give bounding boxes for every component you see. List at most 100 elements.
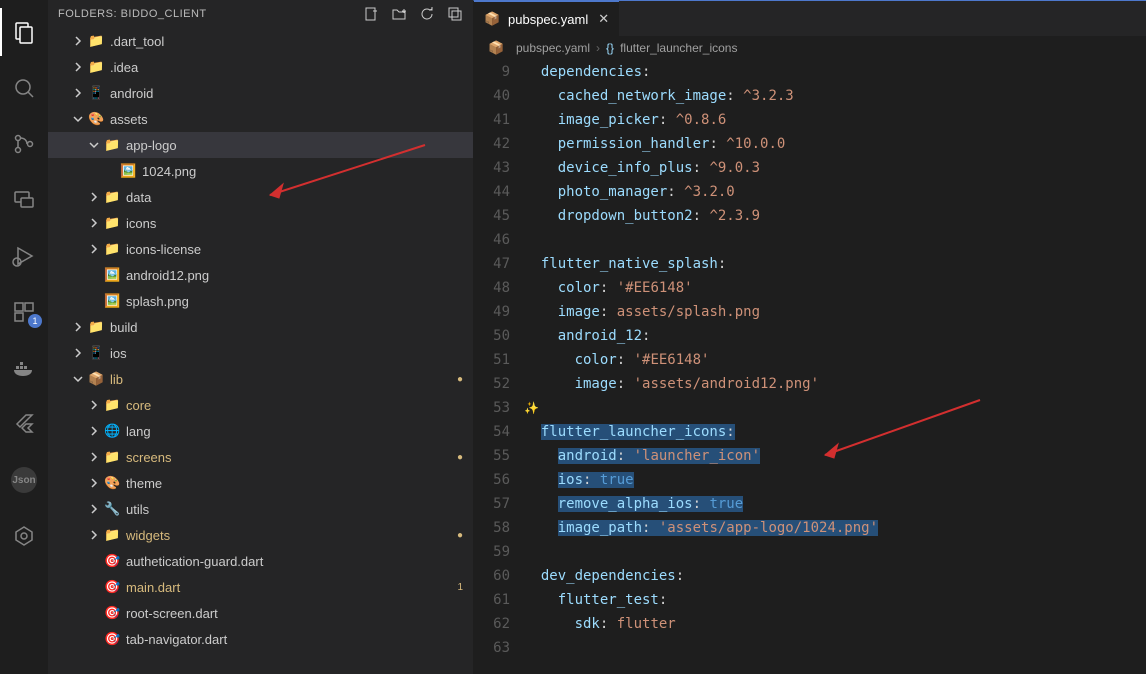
file-type-icon: 📦 [88,371,106,387]
yaml-icon: 📦 [484,11,502,27]
line-number: 60 [474,564,510,588]
file-row[interactable]: 🎯main.dart1 [48,574,473,600]
line-number: 40 [474,84,510,108]
line-number: 46 [474,228,510,252]
code-line[interactable]: android_12: [524,324,1146,348]
tree-label: icons [126,216,473,231]
chevron-icon [72,113,88,125]
code-line[interactable]: photo_manager: ^3.2.0 [524,180,1146,204]
folder-row[interactable]: 📁icons-license [48,236,473,262]
code-line[interactable]: dev_dependencies: [524,564,1146,588]
folder-row[interactable]: 📁widgets● [48,522,473,548]
folder-row[interactable]: 📱 ios [48,340,473,366]
line-number: 56 [474,468,510,492]
run-debug-icon[interactable] [0,232,48,280]
folder-row[interactable]: 📁.dart_tool [48,28,473,54]
docker-icon[interactable] [0,344,48,392]
code-line[interactable] [524,636,1146,660]
line-number: 43 [474,156,510,180]
tree-label: data [126,190,473,205]
code-line[interactable]: android: 'launcher_icon' [524,444,1146,468]
close-icon[interactable]: ✕ [598,11,609,27]
folder-row[interactable]: 🌐lang [48,418,473,444]
folder-row[interactable]: 📱android [48,80,473,106]
file-row[interactable]: 🎯tab-navigator.dart [48,626,473,652]
line-number: 59 [474,540,510,564]
folder-row[interactable]: 📁screens● [48,444,473,470]
line-number: 63 [474,636,510,660]
file-type-icon: 📁 [88,319,106,335]
folder-row[interactable]: 📁data [48,184,473,210]
code-line[interactable]: dropdown_button2: ^2.3.9 [524,204,1146,228]
explorer-icon[interactable] [0,8,48,56]
file-type-icon: 🎯 [104,631,122,647]
git-dot: ● [457,452,463,463]
code-line[interactable]: image_path: 'assets/app-logo/1024.png' [524,516,1146,540]
breadcrumb-file[interactable]: pubspec.yaml [516,41,590,55]
json-icon[interactable]: Json [0,456,48,504]
file-row[interactable]: 🖼️android12.png [48,262,473,288]
folder-row[interactable]: 📦lib● [48,366,473,392]
file-tree[interactable]: 📁.dart_tool📁.idea📱android🎨assets📁app-log… [48,28,473,674]
new-file-icon[interactable] [363,6,379,22]
code-line[interactable]: image: 'assets/android12.png' [524,372,1146,396]
folder-row[interactable]: 📁build [48,314,473,340]
code-line[interactable]: sdk: flutter [524,612,1146,636]
code-line[interactable] [524,228,1146,252]
code-content[interactable]: dependencies: cached_network_image: ^3.2… [524,60,1146,674]
flutter-icon[interactable] [0,400,48,448]
code-line[interactable]: flutter_native_splash: [524,252,1146,276]
new-folder-icon[interactable] [391,6,407,22]
line-number: 51 [474,348,510,372]
code-line[interactable]: flutter_launcher_icons: [524,420,1146,444]
code-line[interactable]: ✨ [524,396,1146,420]
folder-row[interactable]: 🎨theme [48,470,473,496]
refresh-icon[interactable] [419,6,435,22]
folder-row[interactable]: 🔧utils [48,496,473,522]
chevron-icon [72,87,88,99]
file-row[interactable]: 🖼️splash.png [48,288,473,314]
code-line[interactable]: dependencies: [524,60,1146,84]
chevron-right-icon: › [596,41,600,55]
code-line[interactable]: cached_network_image: ^3.2.3 [524,84,1146,108]
search-icon[interactable] [0,64,48,112]
code-line[interactable]: image: assets/splash.png [524,300,1146,324]
code-line[interactable]: device_info_plus: ^9.0.3 [524,156,1146,180]
line-number: 52 [474,372,510,396]
code-area[interactable]: 9404142434445464748495051525354555657585… [474,60,1146,674]
breadcrumbs[interactable]: 📦 pubspec.yaml › {} flutter_launcher_ico… [474,36,1146,60]
code-line[interactable]: flutter_test: [524,588,1146,612]
file-row[interactable]: 🎯root-screen.dart [48,600,473,626]
line-gutter: 9404142434445464748495051525354555657585… [474,60,524,674]
code-line[interactable]: remove_alpha_ios: true [524,492,1146,516]
code-line[interactable]: color: '#EE6148' [524,348,1146,372]
code-line[interactable]: image_picker: ^0.8.6 [524,108,1146,132]
collapse-icon[interactable] [447,6,463,22]
code-line[interactable]: ios: true [524,468,1146,492]
extensions-icon[interactable]: 1 [0,288,48,336]
code-line[interactable]: permission_handler: ^10.0.0 [524,132,1146,156]
kubernetes-icon[interactable] [0,512,48,560]
extensions-badge: 1 [28,314,42,328]
chevron-icon [88,425,104,437]
file-row[interactable]: 🖼️1024.png [48,158,473,184]
file-type-icon: 📱 [88,345,106,361]
file-row[interactable]: 🎯authetication-guard.dart [48,548,473,574]
folder-row[interactable]: 📁.idea [48,54,473,80]
line-number: 50 [474,324,510,348]
tree-label: android12.png [126,268,473,283]
code-line[interactable]: color: '#EE6148' [524,276,1146,300]
code-line[interactable] [524,540,1146,564]
folder-row[interactable]: 📁core [48,392,473,418]
tab-pubspec[interactable]: 📦 pubspec.yaml ✕ [474,1,619,36]
line-number: 58 [474,516,510,540]
chevron-icon [72,373,88,385]
line-number: 57 [474,492,510,516]
folder-row[interactable]: 📁icons [48,210,473,236]
breadcrumb-symbol[interactable]: flutter_launcher_icons [620,41,737,55]
folder-row[interactable]: 🎨assets [48,106,473,132]
source-control-icon[interactable] [0,120,48,168]
folder-row[interactable]: 📁app-logo [48,132,473,158]
tree-label: ios [110,346,473,361]
chat-icon[interactable] [0,176,48,224]
